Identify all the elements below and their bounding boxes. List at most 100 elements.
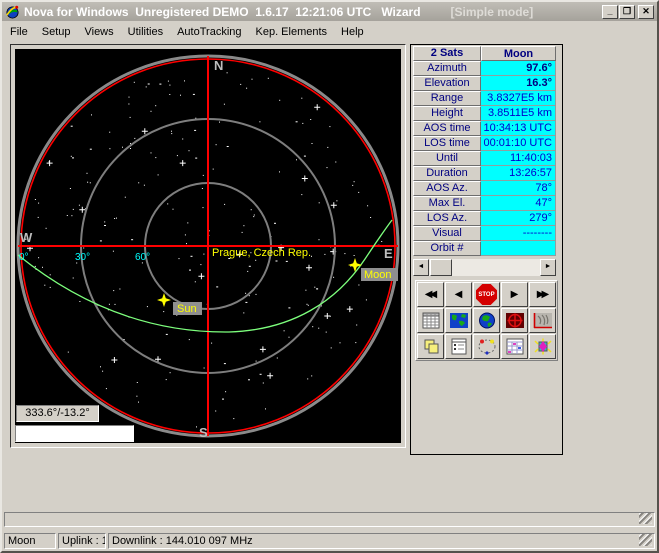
- graphics-options-button[interactable]: [529, 334, 556, 359]
- step-back-button[interactable]: ◀: [445, 282, 472, 307]
- row-value-elevation: 16.3°: [481, 76, 556, 91]
- row-label-los-time[interactable]: LOS time: [413, 136, 481, 151]
- table-row: Range 3.8327E5 km: [413, 91, 556, 106]
- row-value-los-az: 279°: [481, 211, 556, 226]
- scroll-right-icon[interactable]: ►: [540, 259, 556, 276]
- row-label-visual[interactable]: Visual: [413, 226, 481, 241]
- row-value-azimuth: 97.6°: [481, 61, 556, 76]
- terrain-view-button[interactable]: [529, 308, 556, 333]
- elev-label-30: 30°: [75, 252, 90, 263]
- row-value-until: 11:40:03: [481, 151, 556, 166]
- table-row: Max El. 47°: [413, 196, 556, 211]
- observer-label: Prague, Czech Rep.: [212, 247, 311, 259]
- menu-utilities[interactable]: Utilities: [122, 23, 171, 41]
- notes-button[interactable]: [417, 334, 444, 359]
- resize-grip-icon[interactable]: [639, 533, 652, 546]
- row-label-elevation[interactable]: Elevation: [413, 76, 481, 91]
- window-mode-label: [Simple mode]: [451, 5, 534, 19]
- scroll-left-icon[interactable]: ◄: [413, 259, 429, 276]
- close-icon[interactable]: ✕: [638, 5, 654, 19]
- graphics-options-icon: [533, 338, 553, 355]
- scrollbar-thumb[interactable]: [430, 259, 452, 276]
- moon-track: [18, 220, 392, 332]
- menu-bar: File Setup Views Utilities AutoTracking …: [2, 21, 657, 42]
- row-label-aos-az[interactable]: AOS Az.: [413, 181, 481, 196]
- row-label-range[interactable]: Range: [413, 91, 481, 106]
- sky-map-panel: N S E W 0° 30° 60° Prague, Czech Rep. Su…: [10, 44, 406, 448]
- row-value-aos-az: 78°: [481, 181, 556, 196]
- terrain-view-icon: [533, 312, 553, 329]
- selected-sat-header[interactable]: Moon: [481, 46, 556, 61]
- maximize-icon[interactable]: ❐: [619, 5, 635, 19]
- row-label-aos-time[interactable]: AOS time: [413, 121, 481, 136]
- row-label-azimuth[interactable]: Azimuth: [413, 61, 481, 76]
- globe-icon: [477, 312, 497, 329]
- status-bar: Moon Uplink : 1 Downlink : 144.010 097 M…: [2, 531, 657, 551]
- row-label-duration[interactable]: Duration: [413, 166, 481, 181]
- row-value-visual: --------: [481, 226, 556, 241]
- table-row: LOS time 00:01:10 UTC: [413, 136, 556, 151]
- app-window: Nova for Windows Unregistered DEMO 1.6.1…: [0, 0, 659, 553]
- secondary-status-strip: [2, 510, 657, 529]
- row-value-height: 3.8511E5 km: [481, 106, 556, 121]
- menu-setup[interactable]: Setup: [36, 23, 79, 41]
- schedule-icon: [505, 338, 525, 355]
- fast-forward-icon: ▶▶: [537, 290, 548, 300]
- menu-help[interactable]: Help: [335, 23, 372, 41]
- tracking-panel: 2 Sats Moon Azimuth 97.6° Elevation 16.3…: [410, 44, 563, 455]
- secondary-status-pane: [4, 512, 655, 527]
- compass-east: E: [384, 246, 393, 261]
- table-row: Until 11:40:03: [413, 151, 556, 166]
- row-label-orbit[interactable]: Orbit #: [413, 241, 481, 256]
- sun-label: Sun: [177, 303, 197, 315]
- title-bar: Nova for Windows Unregistered DEMO 1.6.1…: [2, 2, 657, 21]
- menu-views[interactable]: Views: [78, 23, 121, 41]
- compass-north: N: [214, 58, 223, 73]
- fast-rewind-button[interactable]: ◀◀: [417, 282, 444, 307]
- world-map-button[interactable]: [445, 308, 472, 333]
- observer-list-button[interactable]: [445, 334, 472, 359]
- row-value-los-time: 00:01:10 UTC: [481, 136, 556, 151]
- row-label-until[interactable]: Until: [413, 151, 481, 166]
- menu-file[interactable]: File: [4, 23, 36, 41]
- status-satellite: Moon: [4, 533, 56, 549]
- step-forward-button[interactable]: ▶: [501, 282, 528, 307]
- row-value-duration: 13:26:57: [481, 166, 556, 181]
- table-row: Elevation 16.3°: [413, 76, 556, 91]
- table-row: LOS Az. 279°: [413, 211, 556, 226]
- stop-sign-icon: STOP: [476, 284, 497, 305]
- row-value-aos-time: 10:34:13 UTC: [481, 121, 556, 136]
- row-label-los-az[interactable]: LOS Az.: [413, 211, 481, 226]
- globe-button[interactable]: [473, 308, 500, 333]
- orbit-view-button[interactable]: [473, 334, 500, 359]
- spreadsheet-icon: [421, 312, 441, 329]
- resize-grip-icon[interactable]: [639, 512, 652, 524]
- fast-forward-button[interactable]: ▶▶: [529, 282, 556, 307]
- sat-count-header[interactable]: 2 Sats: [413, 46, 481, 61]
- scrollbar-track[interactable]: [452, 259, 540, 276]
- row-label-height[interactable]: Height: [413, 106, 481, 121]
- menu-kep-elements[interactable]: Kep. Elements: [250, 23, 336, 41]
- elev-label-60: 60°: [135, 252, 150, 263]
- observer-list-icon: [449, 338, 469, 355]
- satellite-scrollbar[interactable]: ◄ ►: [413, 259, 556, 276]
- row-value-orbit: [481, 241, 556, 256]
- minimize-icon[interactable]: _: [602, 5, 618, 19]
- elev-label-0: 0°: [19, 252, 29, 263]
- sky-map[interactable]: N S E W 0° 30° 60° Prague, Czech Rep. Su…: [15, 49, 401, 443]
- table-row: Visual --------: [413, 226, 556, 241]
- compass-south: S: [199, 425, 208, 440]
- radar-target-button[interactable]: [501, 308, 528, 333]
- row-label-max-el[interactable]: Max El.: [413, 196, 481, 211]
- menu-autotracking[interactable]: AutoTracking: [171, 23, 249, 41]
- star-field: [25, 72, 383, 427]
- schedule-button[interactable]: [501, 334, 528, 359]
- spreadsheet-button[interactable]: [417, 308, 444, 333]
- table-row: AOS Az. 78°: [413, 181, 556, 196]
- table-row: Duration 13:26:57: [413, 166, 556, 181]
- row-value-range: 3.8327E5 km: [481, 91, 556, 106]
- fast-rewind-icon: ◀◀: [425, 290, 436, 300]
- stop-button[interactable]: STOP: [473, 282, 500, 307]
- cursor-info-box: [15, 425, 134, 442]
- status-downlink-text: Downlink : 144.010 097 MHz: [112, 535, 253, 547]
